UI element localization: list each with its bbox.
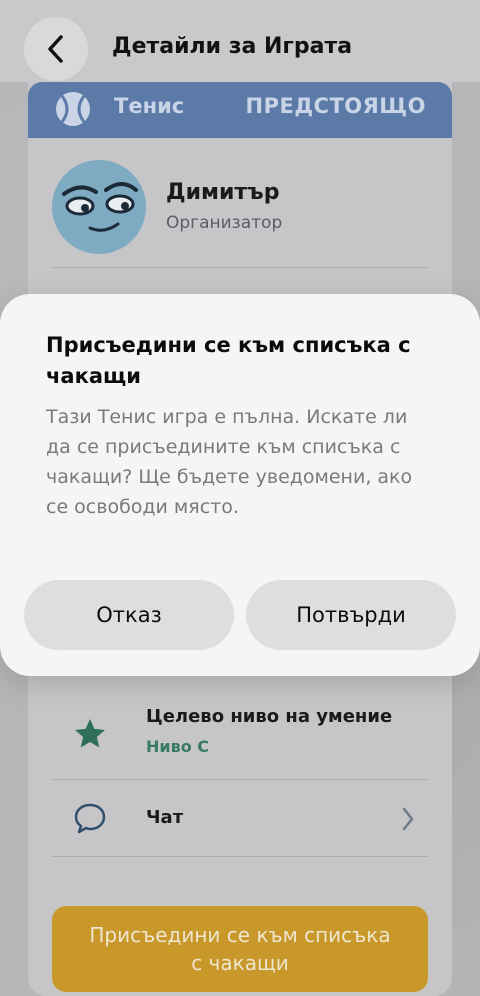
divider — [52, 856, 428, 857]
dialog-title: Присъедини се към списъка с чакащи — [46, 333, 411, 388]
dialog-message: Тази Тенис игра е пълна. Искате ли да се… — [46, 406, 413, 518]
tennis-ball-icon — [56, 92, 90, 126]
join-waitlist-label-line1: Присъедини се към списъка — [89, 923, 391, 947]
join-waitlist-button[interactable]: Присъедини се към списъка с чакащи — [52, 906, 428, 992]
chat-bubble-icon — [70, 798, 110, 838]
confirm-button[interactable]: Потвърди — [246, 580, 456, 650]
navigation-bar: Детайли за Играта — [0, 0, 480, 82]
skill-level-value: Ниво C — [146, 737, 210, 756]
chat-title: Чат — [146, 807, 184, 828]
back-button[interactable] — [24, 17, 88, 81]
organizer-role: Организатор — [166, 213, 283, 233]
divider — [52, 779, 428, 780]
status-badge: ПРЕДСТОЯЩО — [245, 94, 426, 118]
cancel-button[interactable]: Отказ — [24, 580, 234, 650]
avatar — [52, 160, 146, 254]
page-title: Детайли за Играта — [112, 34, 353, 59]
chevron-left-icon — [48, 35, 63, 63]
organizer-name: Димитър — [166, 180, 280, 205]
star-icon — [70, 714, 110, 754]
game-banner: Тенис ПРЕДСТОЯЩО — [28, 82, 452, 138]
waitlist-dialog: Присъедини се към списъка с чакащи Тази … — [0, 294, 480, 676]
chevron-right-icon — [402, 807, 414, 831]
skill-level-title: Целево ниво на умение — [146, 706, 393, 727]
divider — [52, 267, 428, 268]
cartoon-face-icon — [62, 182, 138, 232]
join-waitlist-label-line2: с чакащи — [191, 951, 289, 975]
sport-label: Тенис — [114, 94, 185, 118]
